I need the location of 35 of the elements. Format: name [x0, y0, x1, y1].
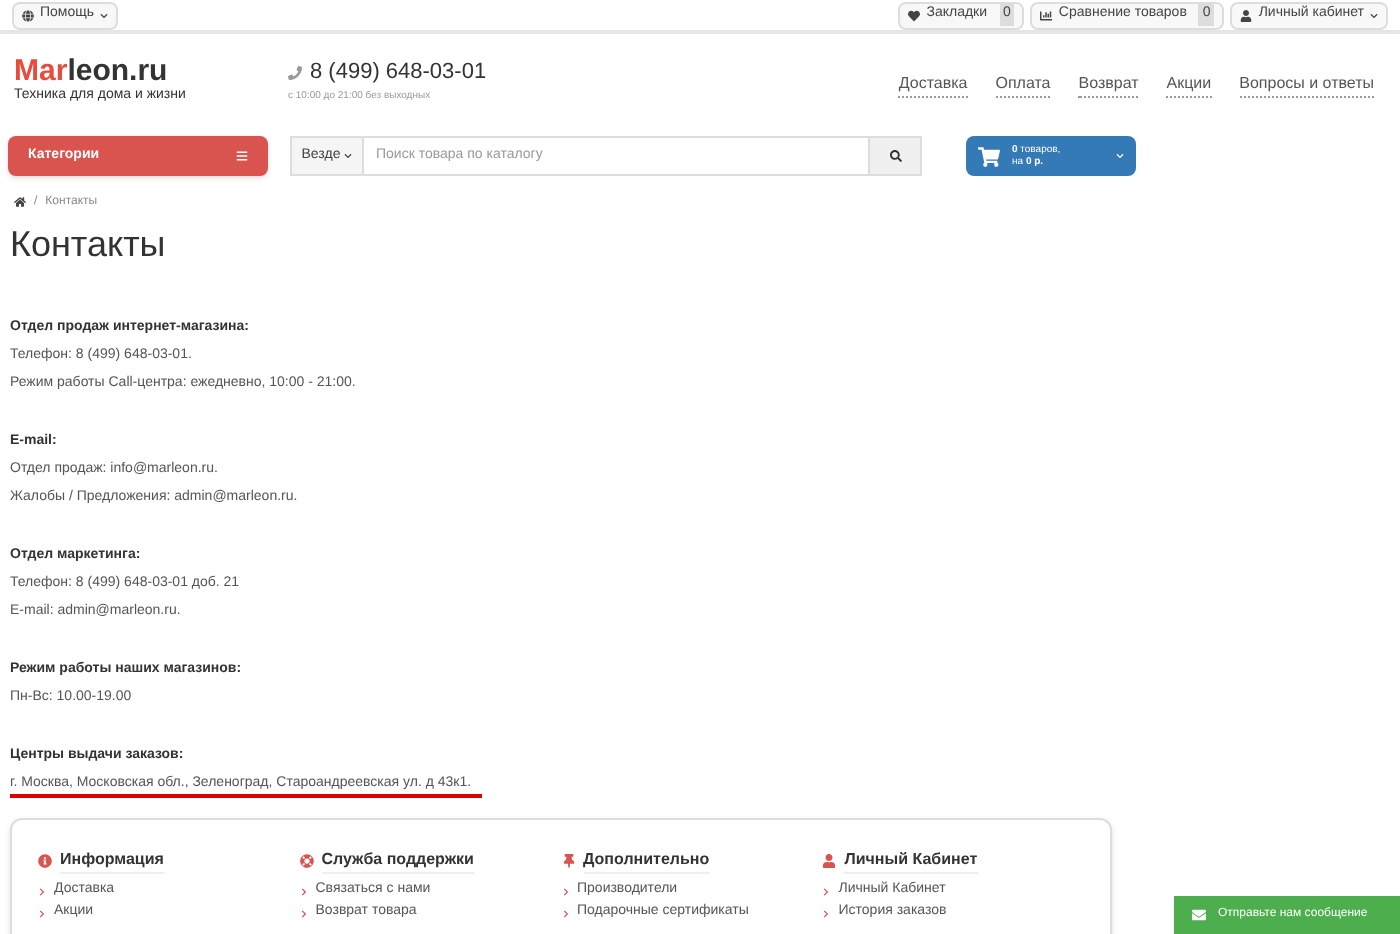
search-button[interactable]	[868, 136, 922, 176]
footer-heading: Информация	[60, 848, 164, 874]
user-icon	[1240, 9, 1253, 21]
footer-heading: Служба поддержки	[321, 848, 474, 874]
caret-icon	[1116, 152, 1124, 160]
globe-icon	[22, 9, 34, 21]
lifebuoy-icon	[299, 854, 314, 868]
menu-icon	[236, 150, 248, 162]
user-icon	[822, 854, 837, 868]
phone-icon	[288, 65, 302, 80]
logo[interactable]: Marleon.ru	[14, 56, 288, 88]
nav-link[interactable]: Оплата	[995, 72, 1051, 98]
pin-icon	[561, 854, 575, 868]
heart-icon	[908, 9, 921, 21]
chevron-icon	[561, 887, 569, 895]
nav-link[interactable]: Акции	[1166, 72, 1212, 98]
footer-heading: Дополнительно	[583, 848, 710, 874]
chevron-icon	[38, 887, 46, 895]
nav-link[interactable]: Возврат	[1078, 72, 1139, 98]
caret-icon	[100, 11, 109, 19]
nav-link[interactable]: Доставка	[898, 72, 968, 98]
home-icon[interactable]	[14, 196, 26, 208]
chart-icon	[1040, 9, 1053, 21]
caret-icon	[344, 152, 353, 160]
chevron-icon	[561, 909, 569, 917]
info-icon	[38, 854, 52, 868]
search-icon	[889, 150, 901, 162]
page-title: Контакты	[8, 222, 168, 268]
envelope-icon	[1192, 908, 1206, 922]
phone-number: 8 (499) 648-03-01	[310, 58, 487, 88]
cart-icon	[978, 145, 1000, 167]
chevron-icon	[38, 909, 46, 917]
nav-link[interactable]: Вопросы и ответы	[1239, 72, 1374, 98]
footer-heading: Личный Кабинет	[844, 848, 978, 874]
caret-icon	[1370, 11, 1378, 19]
